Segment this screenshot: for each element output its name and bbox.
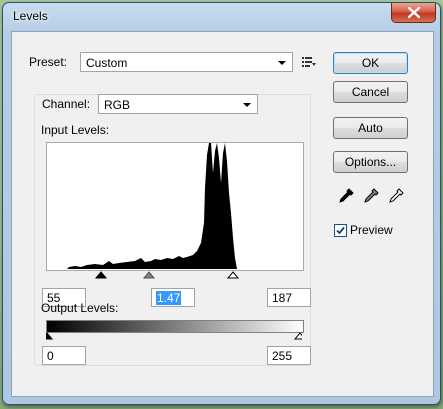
preset-menu-icon[interactable] <box>302 57 316 67</box>
auto-button[interactable]: Auto <box>333 117 408 139</box>
dialog-client-area: Preset: Custom Channel: RGB Input Levels… <box>11 31 434 397</box>
preset-value: Custom <box>86 56 128 70</box>
gray-eyedropper-icon[interactable] <box>363 188 379 204</box>
output-white-field[interactable]: 255 <box>267 346 311 365</box>
close-icon <box>407 7 420 18</box>
input-gamma-field[interactable]: 1.47 <box>151 288 195 307</box>
white-eyedropper-icon[interactable] <box>388 188 404 204</box>
preview-label: Preview <box>350 223 393 237</box>
cancel-button[interactable]: Cancel <box>333 81 408 103</box>
channel-label: Channel: <box>42 97 93 111</box>
window-title: Levels <box>13 9 48 23</box>
histogram-plot <box>47 143 303 269</box>
output-black-slider <box>40 332 54 340</box>
output-black-field[interactable]: 0 <box>42 346 86 365</box>
channel-select[interactable]: RGB <box>98 94 258 114</box>
output-white-slider <box>293 332 307 340</box>
output-levels-label: Output Levels: <box>41 301 119 315</box>
histogram <box>46 142 304 271</box>
input-white-field[interactable]: 187 <box>267 288 311 307</box>
black-eyedropper-icon[interactable] <box>338 188 354 204</box>
gamma-slider <box>142 271 156 279</box>
black-point-slider <box>94 271 108 279</box>
preview-checkbox[interactable] <box>334 224 347 237</box>
white-point-slider <box>226 271 240 279</box>
checkmark-icon <box>336 226 345 235</box>
channel-value: RGB <box>104 98 131 112</box>
chevron-down-icon <box>278 61 286 65</box>
ok-button[interactable]: OK <box>333 52 408 74</box>
close-button[interactable] <box>391 3 436 23</box>
output-levels-slider[interactable] <box>40 331 307 343</box>
options-button[interactable]: Options... <box>333 151 408 173</box>
levels-dialog: Levels Preset: Custom Channel: RGB Input… <box>2 2 441 405</box>
chevron-down-icon <box>243 103 251 107</box>
preset-label: Preset: <box>29 55 68 69</box>
input-levels-slider[interactable] <box>46 270 302 282</box>
preset-select[interactable]: Custom <box>80 52 293 72</box>
input-levels-label: Input Levels: <box>41 123 110 137</box>
